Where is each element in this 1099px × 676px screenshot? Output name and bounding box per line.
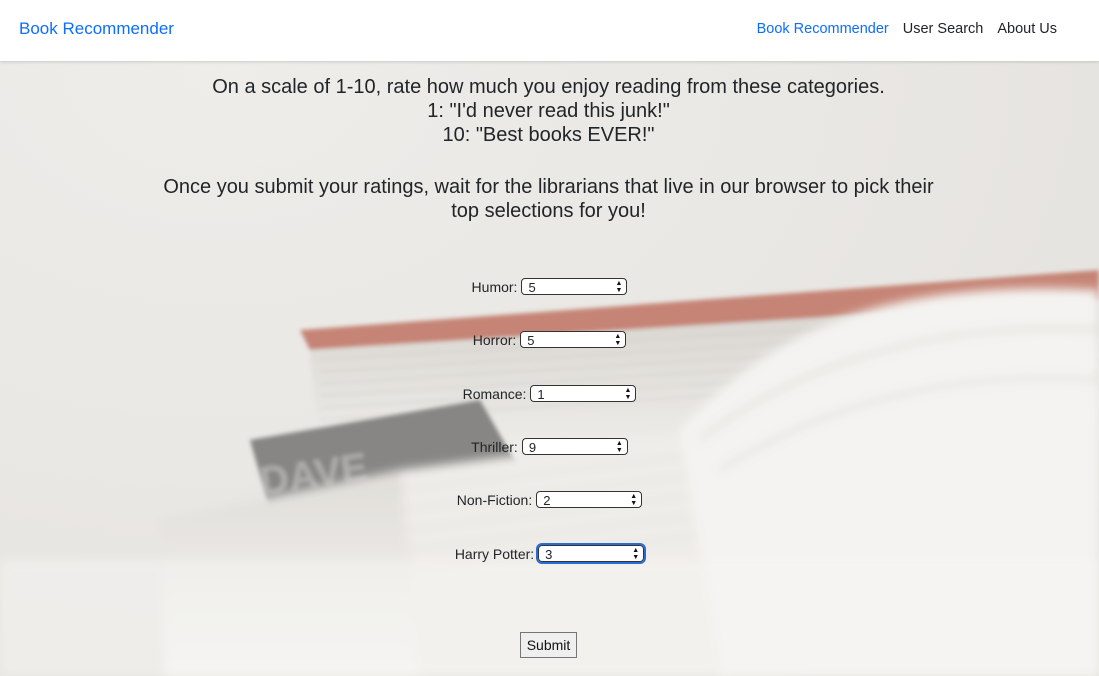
rating-row-romance: Romance: 1 ▲ ▼ bbox=[0, 385, 1099, 402]
rating-label: Thriller: bbox=[471, 438, 518, 455]
select-arrows-icon: ▲ ▼ bbox=[615, 440, 623, 454]
rating-label: Romance: bbox=[462, 385, 527, 402]
select-arrows-icon: ▲ ▼ bbox=[630, 493, 638, 507]
navbar: Book Recommender Book Recommender User S… bbox=[0, 0, 1099, 61]
select-arrows-icon: ▲ ▼ bbox=[632, 547, 640, 561]
select-value: 9 bbox=[528, 440, 537, 455]
rating-label: Humor: bbox=[471, 278, 518, 295]
main-content: On a scale of 1-10, rate how much you en… bbox=[0, 61, 1099, 676]
rating-label: Non-Fiction: bbox=[456, 491, 533, 508]
nav-link-book-recommender[interactable]: Book Recommender bbox=[757, 21, 889, 37]
rating-row-thriller: Thriller: 9 ▲ ▼ bbox=[0, 438, 1099, 455]
rating-row-humor: Humor: 5 ▲ ▼ bbox=[0, 278, 1099, 295]
thriller-select[interactable]: 9 ▲ ▼ bbox=[521, 438, 628, 455]
romance-select[interactable]: 1 ▲ ▼ bbox=[530, 385, 637, 402]
brand-link[interactable]: Book Recommender bbox=[19, 19, 174, 39]
horror-select[interactable]: 5 ▲ ▼ bbox=[520, 331, 627, 348]
select-arrows-icon: ▲ ▼ bbox=[615, 280, 623, 294]
harry-potter-select[interactable]: 3 ▲ ▼ bbox=[536, 543, 647, 564]
rating-label: Harry Potter: bbox=[454, 545, 535, 562]
rating-row-harry-potter: Harry Potter: 3 ▲ ▼ bbox=[0, 543, 1099, 564]
select-value: 1 bbox=[537, 387, 545, 402]
instructions-line-4: Once you submit your ratings, wait for t… bbox=[163, 176, 934, 222]
rating-label: Horror: bbox=[472, 331, 517, 348]
nav-link-user-search[interactable]: User Search bbox=[903, 21, 984, 37]
submit-button[interactable]: Submit bbox=[520, 632, 577, 658]
instructions-line-3: 10: "Best books EVER!" bbox=[442, 124, 655, 146]
instructions-line-1: On a scale of 1-10, rate how much you en… bbox=[212, 76, 885, 98]
select-value: 2 bbox=[543, 493, 551, 508]
select-value: 3 bbox=[545, 547, 553, 562]
instructions: On a scale of 1-10, rate how much you en… bbox=[150, 75, 947, 223]
select-arrows-icon: ▲ ▼ bbox=[614, 333, 622, 347]
humor-select[interactable]: 5 ▲ ▼ bbox=[521, 278, 628, 295]
select-arrows-icon: ▲ ▼ bbox=[624, 387, 632, 401]
select-value: 5 bbox=[528, 280, 536, 295]
rating-row-horror: Horror: 5 ▲ ▼ bbox=[0, 331, 1099, 348]
rating-row-non-fiction: Non-Fiction: 2 ▲ ▼ bbox=[0, 491, 1099, 508]
select-value: 5 bbox=[527, 333, 535, 348]
non-fiction-select[interactable]: 2 ▲ ▼ bbox=[536, 491, 643, 508]
instructions-line-2: 1: "I'd never read this junk!" bbox=[427, 100, 670, 122]
nav-link-about-us[interactable]: About Us bbox=[997, 21, 1057, 37]
nav-links: Book Recommender User Search About Us bbox=[757, 21, 1057, 37]
